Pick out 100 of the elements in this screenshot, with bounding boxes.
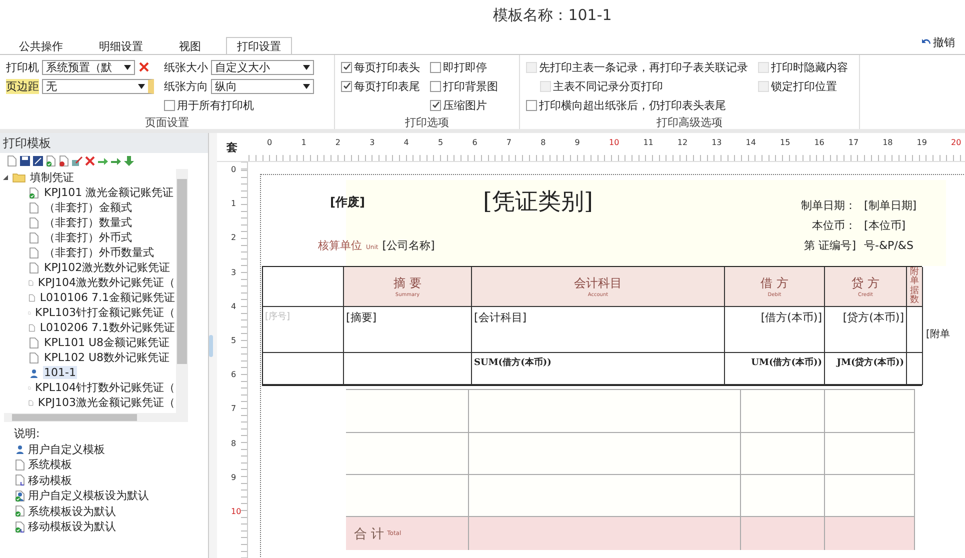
undo-button[interactable]: 撤销 xyxy=(921,35,955,50)
checkbox-label: 打印时隐藏内容 xyxy=(771,60,848,74)
legend-label: 系统模板 xyxy=(28,457,72,472)
tab[interactable]: 视图 xyxy=(168,37,212,54)
table-cell xyxy=(907,353,923,385)
checkbox-box[interactable] xyxy=(430,62,441,72)
checkbox-label: 每页打印表尾 xyxy=(354,78,420,94)
tree-item[interactable]: KPJ102激光数外记账凭证 xyxy=(43,260,172,275)
ruler-number: 10 xyxy=(609,138,620,147)
column-header[interactable]: 附单据数 xyxy=(907,267,923,307)
voucher-type[interactable]: [凭证类别] xyxy=(483,186,593,217)
field-value[interactable]: [制单日期] xyxy=(864,198,917,213)
tree-item[interactable]: KPJ104激光数外记账凭证（ xyxy=(36,275,176,290)
field-label[interactable]: 制单日期： xyxy=(768,198,856,213)
delete-icon[interactable] xyxy=(84,155,96,167)
tree-item[interactable]: （非套打）外币式 xyxy=(43,230,133,245)
ruler-number: 17 xyxy=(848,138,859,147)
void-label[interactable]: [作废] xyxy=(330,194,365,211)
import-icon[interactable] xyxy=(97,155,109,167)
user-icon xyxy=(28,366,40,378)
checkbox-box[interactable] xyxy=(341,80,352,92)
ruler-number: 16 xyxy=(814,138,824,147)
company-name[interactable]: [公司名称] xyxy=(382,238,435,253)
scrollbar[interactable] xyxy=(4,413,188,422)
splitter-handle[interactable] xyxy=(209,334,213,356)
ruler-number: 3 xyxy=(231,268,236,277)
margin-select[interactable]: 无 xyxy=(42,78,154,94)
panel-title: 打印模板 xyxy=(0,133,208,153)
file-check-icon xyxy=(14,505,26,518)
tab[interactable]: 公共操作 xyxy=(8,37,74,54)
download-icon[interactable] xyxy=(123,155,135,167)
ruler-number: 2 xyxy=(335,138,340,147)
tree-item[interactable]: L010106 7.1金额记账凭证 xyxy=(38,290,176,305)
ruler-number: 15 xyxy=(780,138,790,147)
checkbox[interactable]: 即打即停 xyxy=(430,59,498,75)
table-cell[interactable]: [会计科目] xyxy=(472,307,725,353)
checkbox[interactable]: 打印背景图 xyxy=(430,78,498,94)
table-cell[interactable]: [借方(本币)] xyxy=(725,307,825,353)
attachment-field[interactable]: [附单 xyxy=(926,327,950,341)
checkbox[interactable]: 压缩图片 xyxy=(430,97,498,113)
file-remove-icon[interactable] xyxy=(58,155,70,167)
tree-item[interactable]: KPL103针打金额记账凭证（ xyxy=(34,305,176,320)
tab[interactable]: 明细设置 xyxy=(88,37,154,54)
tree-item[interactable]: KPL104针打数外记账凭证（ xyxy=(34,380,176,395)
tree-folder[interactable]: 填制凭证 xyxy=(29,170,75,185)
tree-item[interactable]: KPL101 U8金额记账凭证 xyxy=(43,335,171,350)
tree-item[interactable]: KPJ101 激光金额记账凭证 xyxy=(43,185,175,200)
save-icon[interactable] xyxy=(19,155,31,167)
tree-item[interactable]: 101-1 xyxy=(43,366,77,379)
checkbox-box[interactable] xyxy=(430,80,441,92)
table-cell xyxy=(907,307,923,353)
checkbox-label: 用于所有打印机 xyxy=(177,98,254,112)
file-icon xyxy=(28,262,40,274)
ruler-number: 18 xyxy=(882,138,893,147)
legend-label: 移动模板 xyxy=(28,472,72,488)
checkbox-label: 锁定打印位置 xyxy=(771,78,837,94)
ruler-number: 11 xyxy=(643,138,654,147)
field-label[interactable]: 本位币： xyxy=(768,218,856,233)
file-icon xyxy=(28,322,36,334)
paper-size-select[interactable]: 自定义大小 xyxy=(211,60,314,74)
tree-item[interactable]: （非套打）外币数量式 xyxy=(43,245,155,260)
tree-item[interactable]: （非套打）数量式 xyxy=(43,215,133,230)
ruler-number: 6 xyxy=(472,138,478,147)
checkbox[interactable]: 每页打印表尾 xyxy=(341,78,420,94)
checkbox-label: 打印背景图 xyxy=(443,78,498,94)
tree-item[interactable]: （非套打）金额式 xyxy=(43,200,133,215)
printer-select[interactable]: 系统预置（默 xyxy=(42,60,135,74)
group-caption: 页面设置 xyxy=(144,115,190,129)
checkbox-box[interactable] xyxy=(526,100,537,110)
checkbox-box[interactable] xyxy=(430,100,441,110)
file-check-icon[interactable] xyxy=(45,155,57,167)
table-cell[interactable]: [摘要] xyxy=(344,307,472,353)
table-cell[interactable]: UM(借方(本币)) xyxy=(725,353,825,385)
tab[interactable]: 打印设置 xyxy=(226,37,292,54)
table-cell[interactable]: [贷方(本币)] xyxy=(825,307,907,353)
tree-item[interactable]: L010206 7.1数外记账凭证 xyxy=(38,320,176,335)
checkbox[interactable]: 打印横向超出纸张后，仍打印表头表尾 xyxy=(526,97,748,113)
tree-item[interactable]: KPL102 U8数外记账凭证 xyxy=(43,350,171,365)
field-value[interactable]: [本位币] xyxy=(864,218,917,233)
export-icon[interactable] xyxy=(32,155,44,167)
field-value[interactable]: 号-&P/&S xyxy=(864,238,917,253)
expand-arrow-icon[interactable] xyxy=(2,174,9,181)
ruler-number: 4 xyxy=(404,138,409,147)
checkbox-box[interactable] xyxy=(164,100,175,110)
clear-icon[interactable] xyxy=(138,61,150,73)
forward-icon[interactable] xyxy=(110,155,122,167)
checkbox-box[interactable] xyxy=(341,62,352,72)
checkbox[interactable]: 每页打印表头 xyxy=(341,59,420,75)
table-cell[interactable]: JM(贷方(本币)) xyxy=(825,353,907,385)
table-cell[interactable] xyxy=(344,353,472,385)
edit-icon[interactable] xyxy=(71,155,83,167)
tree-item[interactable]: KPJ103激光金额记账凭证（ xyxy=(36,395,176,410)
unit-label[interactable]: 核算单位 xyxy=(318,238,362,253)
scrollbar[interactable] xyxy=(176,169,188,413)
field-label[interactable]: 第 证编号] xyxy=(768,238,856,253)
checkbox-label: 即打即停 xyxy=(443,60,487,74)
checkbox[interactable]: 用于所有打印机 xyxy=(164,97,314,113)
orientation-select[interactable]: 纵向 xyxy=(211,78,314,94)
table-cell[interactable]: SUM(借方(本币)) xyxy=(472,353,725,385)
file-icon xyxy=(28,336,40,348)
